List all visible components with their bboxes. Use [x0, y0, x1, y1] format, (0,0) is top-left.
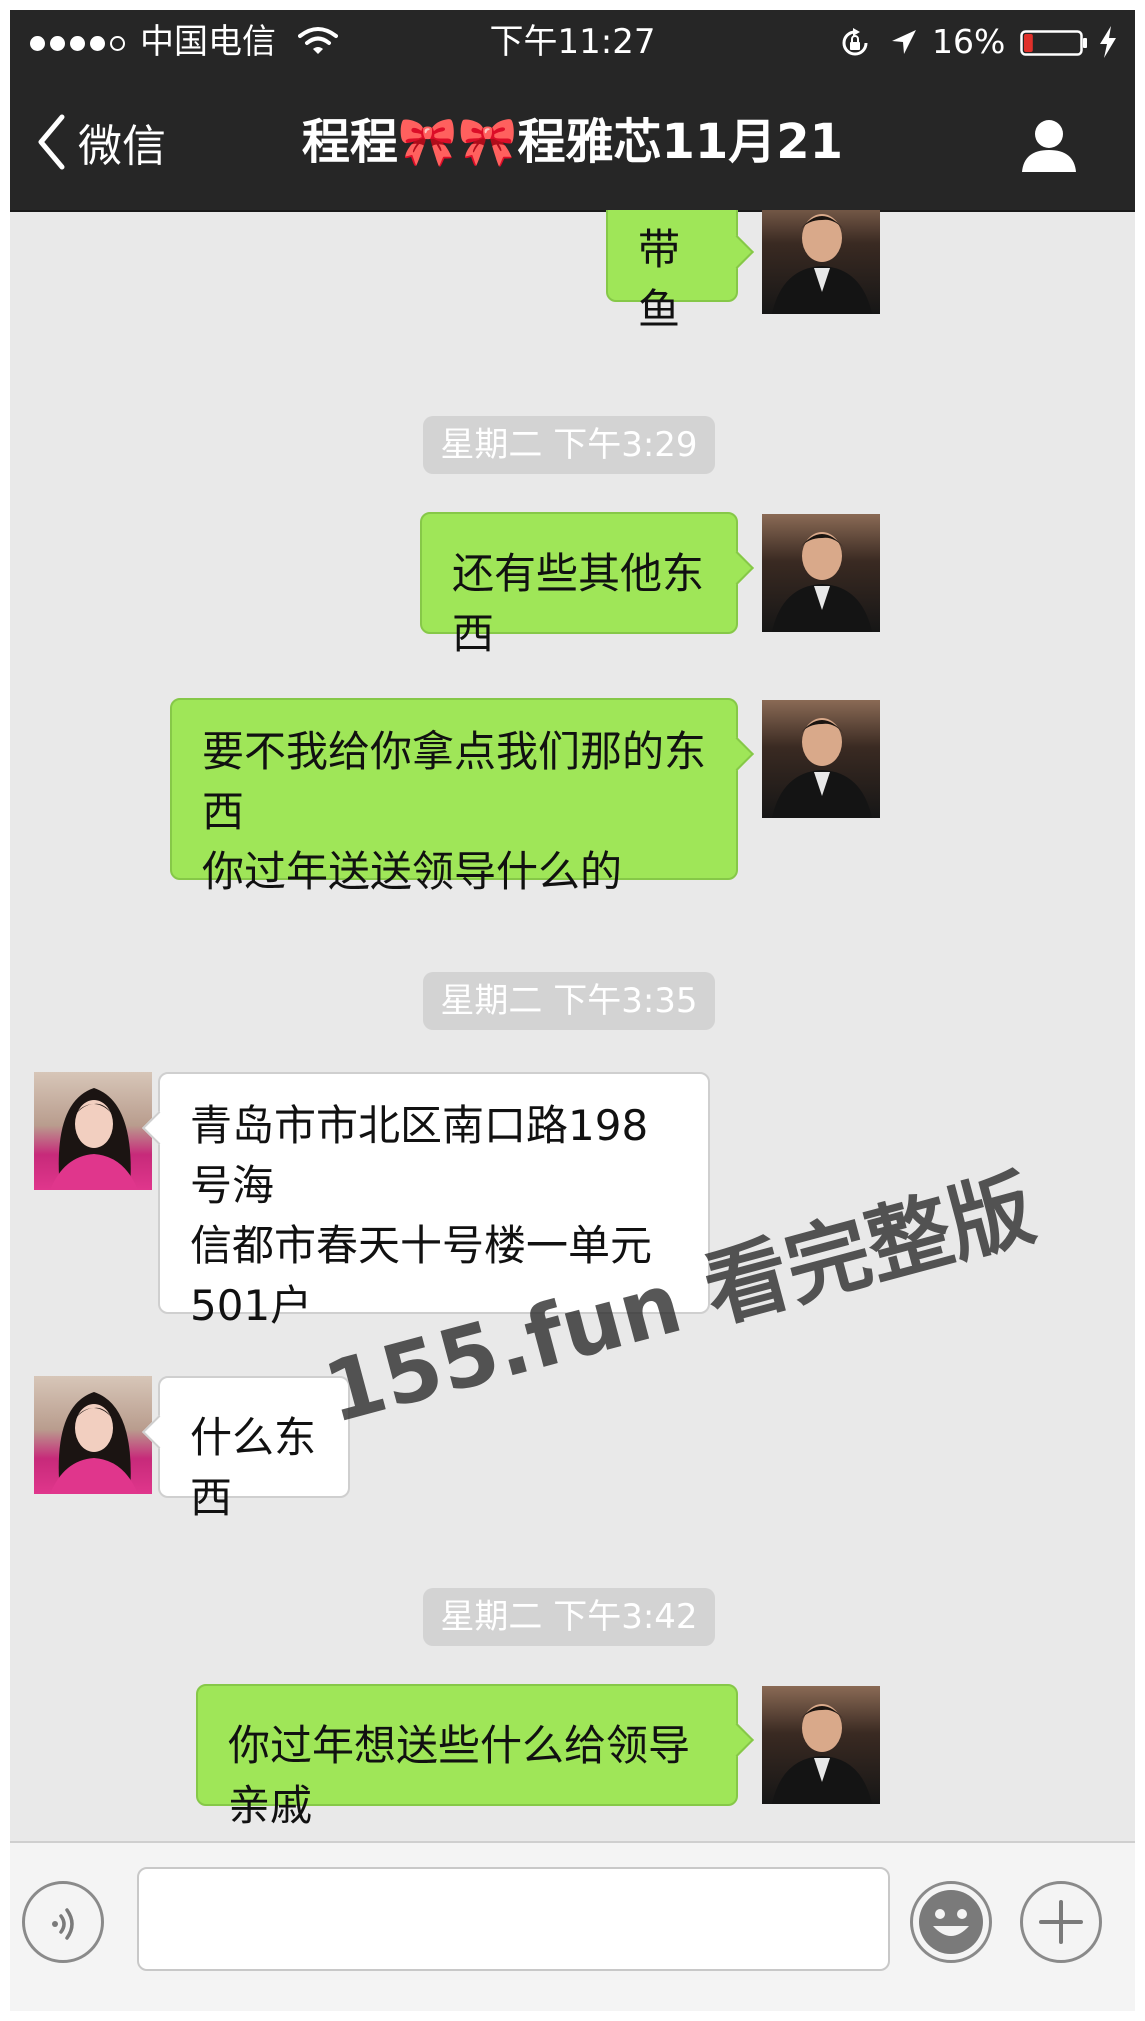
navigation-bar: 微信 程程🎀🎀程雅芯11月21 — [10, 74, 1135, 212]
battery-icon — [1020, 30, 1087, 56]
outgoing-message[interactable]: 还有些其他东西 — [420, 512, 754, 658]
plus-icon[interactable] — [1020, 1881, 1102, 1963]
message-text: 什么东西 — [190, 1413, 317, 1522]
my-avatar[interactable] — [762, 514, 880, 632]
chat-title: 程程🎀🎀程雅芯11月21 — [301, 114, 844, 170]
message-input[interactable] — [137, 1867, 890, 1971]
person-icon[interactable] — [1020, 116, 1078, 174]
timestamp: 星期二 下午3:29 — [423, 416, 715, 474]
wechat-screen: 中国电信 下午11:27 16% 微信 程程🎀🎀程雅芯11月21 带鱼 星期二 … — [10, 10, 1135, 2011]
message-text: 还有些其他东西 — [452, 549, 705, 658]
outgoing-message[interactable]: 你过年想送些什么给领导亲戚 — [196, 1684, 754, 1830]
outgoing-message[interactable]: 要不我给你拿点我们那的东西 你过年送送领导什么的 — [170, 698, 754, 896]
rotation-lock-icon — [842, 28, 868, 56]
message-text: 你过年想送些什么给领导亲戚 — [228, 1721, 691, 1830]
chevron-left-icon — [38, 114, 65, 170]
back-button[interactable]: 微信 — [36, 104, 166, 180]
voice-icon[interactable] — [22, 1881, 104, 1963]
outgoing-message[interactable]: 带鱼 — [606, 210, 754, 334]
input-toolbar — [10, 1841, 1135, 2011]
message-text: 带鱼 — [638, 225, 681, 334]
battery-percentage: 16% — [932, 22, 1006, 61]
charging-bolt-icon — [1100, 26, 1116, 58]
incoming-message[interactable]: 什么东西 — [142, 1376, 350, 1522]
timestamp: 星期二 下午3:35 — [423, 972, 715, 1030]
timestamp: 星期二 下午3:42 — [423, 1588, 715, 1646]
my-avatar[interactable] — [762, 210, 880, 314]
message-list[interactable]: 带鱼 星期二 下午3:29 还有些其他东西 要不我给你拿点我们那的东西 你过年送… — [10, 210, 1135, 1841]
emoji-icon[interactable] — [910, 1881, 992, 1963]
location-arrow-icon — [892, 30, 916, 54]
contact-avatar[interactable] — [34, 1072, 152, 1190]
status-bar: 中国电信 下午11:27 16% — [10, 10, 1135, 74]
my-avatar[interactable] — [762, 1686, 880, 1804]
message-text: 要不我给你拿点我们那的东西 你过年送送领导什么的 — [202, 727, 707, 896]
contact-avatar[interactable] — [34, 1376, 152, 1494]
my-avatar[interactable] — [762, 700, 880, 818]
